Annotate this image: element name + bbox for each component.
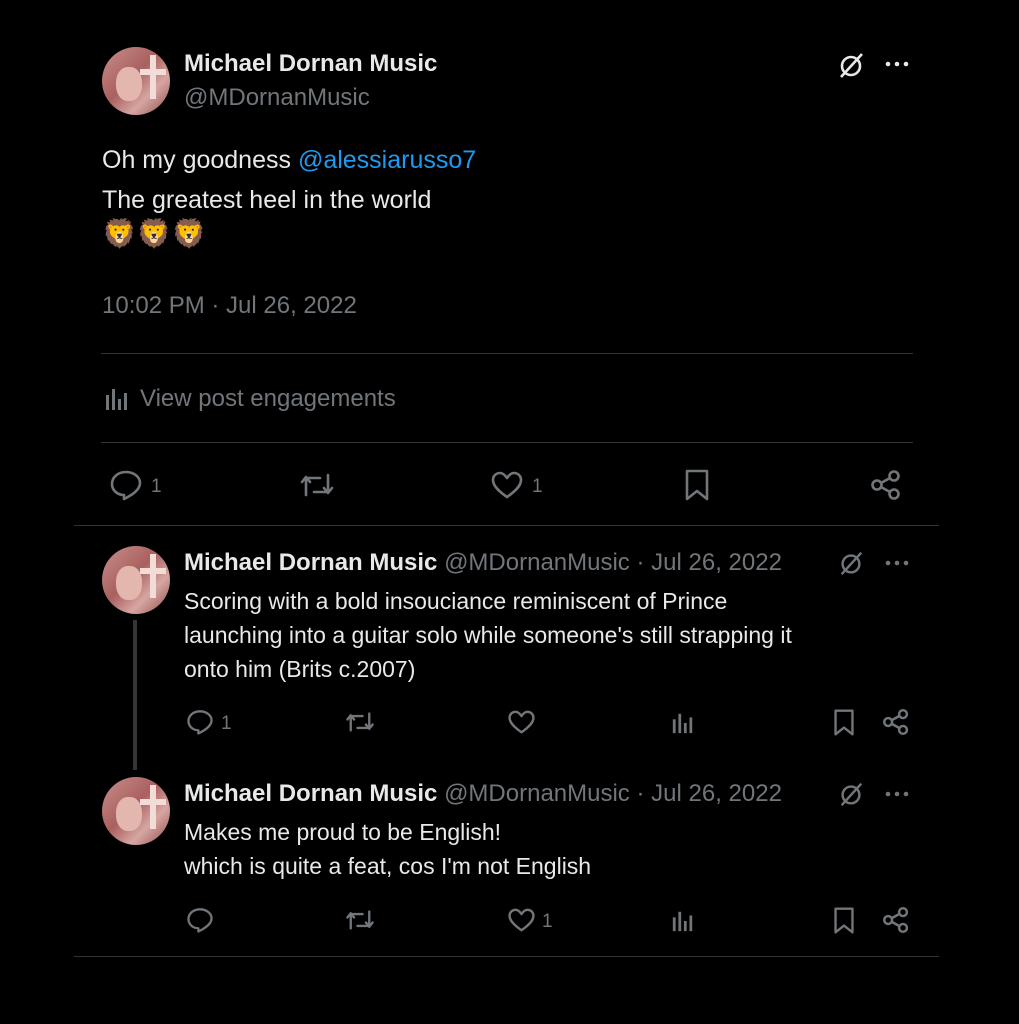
post-text-line: The greatest heel in the world <box>102 186 432 214</box>
avatar[interactable] <box>102 47 170 115</box>
display-name[interactable]: Michael Dornan Music <box>184 549 437 576</box>
bookmark-icon[interactable] <box>684 468 710 502</box>
analytics-icon <box>104 386 130 412</box>
handle[interactable]: @MDornanMusic <box>444 549 630 576</box>
reply-text-line: Makes me proud to be English! <box>184 819 502 845</box>
reply-date[interactable]: · Jul 26, 2022 <box>636 549 781 576</box>
handle[interactable]: @MDornanMusic <box>184 84 370 112</box>
divider <box>74 525 939 526</box>
reply-text-line: Scoring with a bold insouciance reminisc… <box>184 588 728 614</box>
reply-count: 1 <box>151 476 162 497</box>
like-count: 1 <box>532 476 543 497</box>
divider <box>101 442 913 443</box>
reply-text-line: which is quite a feat, cos I'm not Engli… <box>184 853 592 879</box>
display-name[interactable]: Michael Dornan Music <box>184 50 437 78</box>
avatar[interactable] <box>102 546 170 614</box>
divider <box>101 353 913 354</box>
reply-text: Makes me proud to be English! which is q… <box>184 815 904 883</box>
repost-icon[interactable] <box>298 470 336 500</box>
emoji-line: 🦁🦁🦁 <box>102 218 207 249</box>
reply-text-line: launching into a guitar solo while someo… <box>184 622 792 648</box>
repost-icon[interactable] <box>344 907 376 933</box>
divider <box>74 956 939 957</box>
bookmark-icon[interactable] <box>833 708 855 737</box>
thread-line <box>133 620 137 770</box>
reply-header: Michael Dornan Music @MDornanMusic · Jul… <box>184 549 782 577</box>
post-text-line: Oh my goodness <box>102 146 298 174</box>
mention-link[interactable]: @alessiarusso7 <box>298 146 476 174</box>
repost-icon[interactable] <box>344 709 376 735</box>
like-count: 1 <box>542 911 553 932</box>
timestamp[interactable]: 10:02 PM · Jul 26, 2022 <box>102 292 357 320</box>
more-icon[interactable] <box>884 788 910 800</box>
reply-text: Scoring with a bold insouciance reminisc… <box>184 584 904 686</box>
reply-icon[interactable] <box>186 708 214 736</box>
share-icon[interactable] <box>870 469 902 501</box>
reply-date[interactable]: · Jul 26, 2022 <box>636 780 781 807</box>
avatar[interactable] <box>102 777 170 845</box>
view-engagements-label: View post engagements <box>140 385 396 412</box>
reply-header: Michael Dornan Music @MDornanMusic · Jul… <box>184 780 782 808</box>
more-icon[interactable] <box>884 557 910 569</box>
reply-text-line: onto him (Brits c.2007) <box>184 656 416 682</box>
like-icon[interactable] <box>507 907 536 933</box>
share-icon[interactable] <box>882 906 910 934</box>
more-icon[interactable] <box>884 58 910 70</box>
grok-icon[interactable] <box>836 50 866 80</box>
share-icon[interactable] <box>882 708 910 736</box>
grok-icon[interactable] <box>837 549 865 577</box>
post-text: Oh my goodness @alessiarusso7 The greate… <box>102 143 902 251</box>
like-icon[interactable] <box>490 470 524 500</box>
handle[interactable]: @MDornanMusic <box>444 780 630 807</box>
reply-icon[interactable] <box>186 906 214 934</box>
analytics-icon[interactable] <box>671 909 695 933</box>
bookmark-icon[interactable] <box>833 906 855 935</box>
analytics-icon[interactable] <box>671 711 695 735</box>
reply-icon[interactable] <box>109 469 143 501</box>
reply-count: 1 <box>221 713 232 734</box>
like-icon[interactable] <box>507 709 536 735</box>
display-name[interactable]: Michael Dornan Music <box>184 780 437 807</box>
grok-icon[interactable] <box>837 780 865 808</box>
